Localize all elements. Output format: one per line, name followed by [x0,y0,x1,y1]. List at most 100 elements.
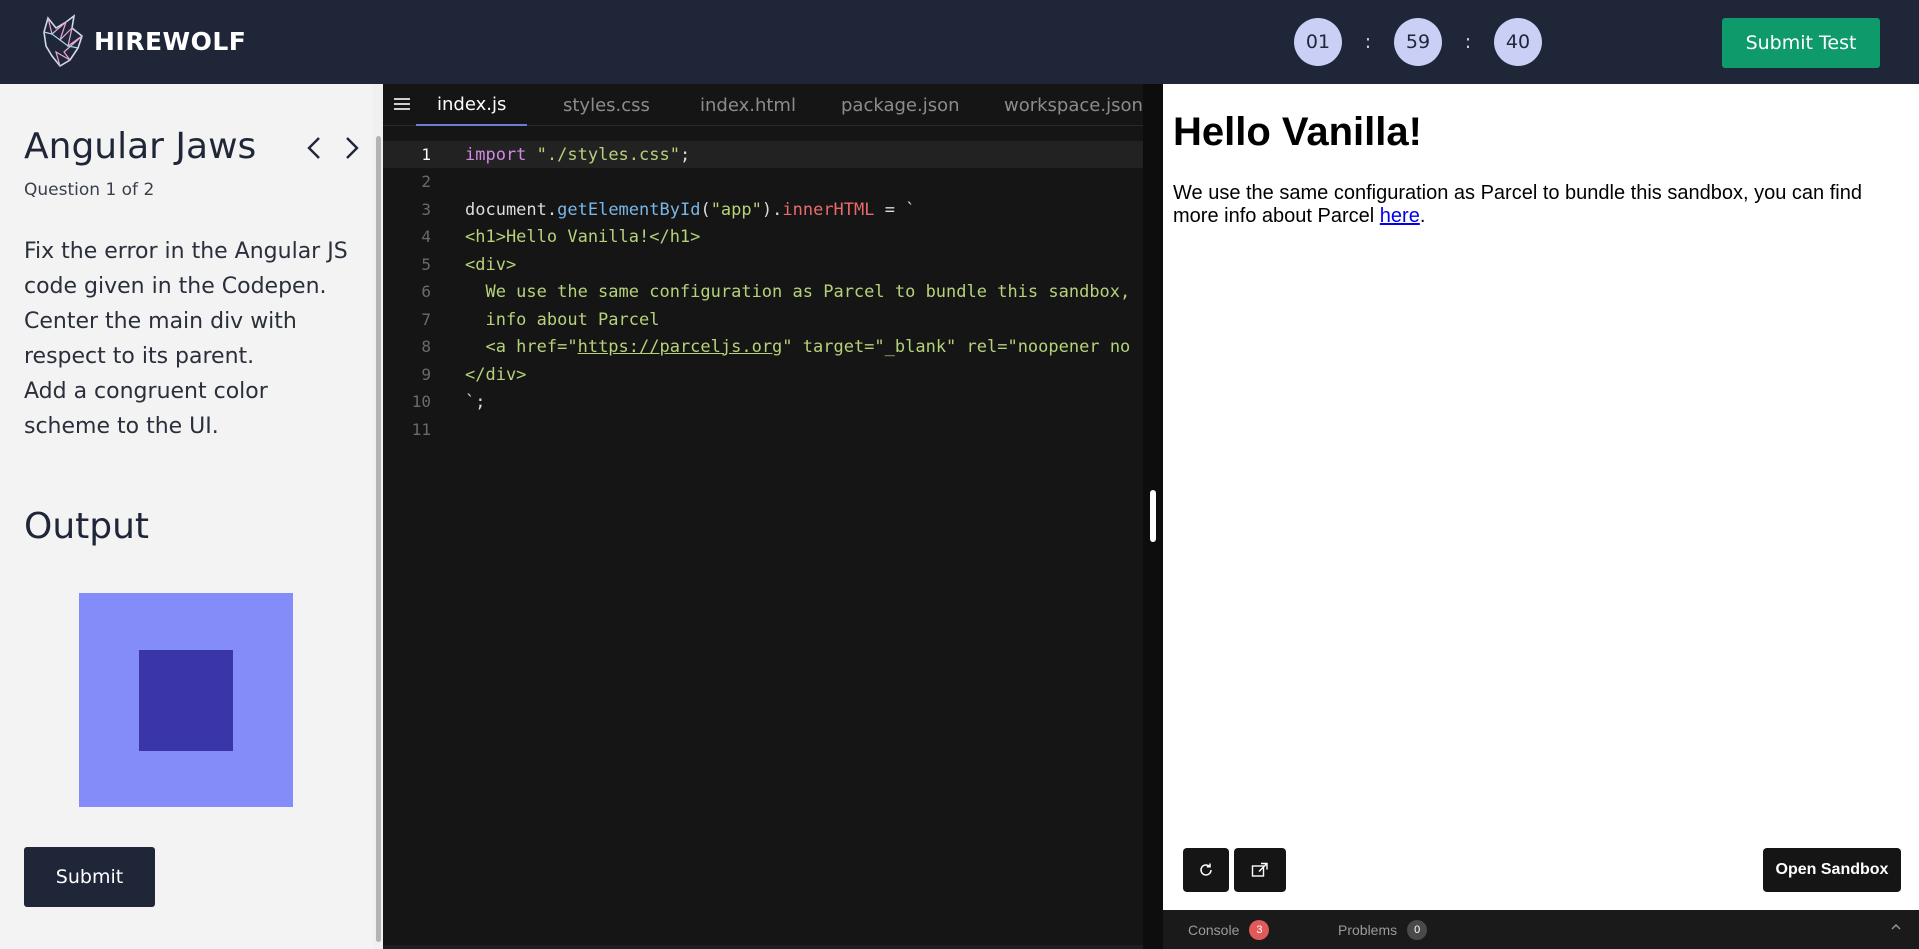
code-link[interactable]: https://parceljs.org [578,337,783,357]
submit-test-button[interactable]: Submit Test [1722,18,1880,68]
tab-package-json[interactable]: package.json [841,84,960,126]
tab-styles-css[interactable]: styles.css [563,84,650,126]
code-token: ) [761,199,773,220]
code-token: getElementById [557,199,701,220]
code-token: <a href=" [465,336,578,357]
console-count-badge: 3 [1249,920,1270,940]
code-token: `; [465,391,486,412]
code-token: </div> [465,364,527,385]
tab-workspace-json[interactable]: workspace.json [1004,84,1143,126]
code-token: We use the same configuration as Parcel … [465,281,1131,302]
tab-index-html[interactable]: index.html [700,84,796,126]
line-number: 8 [421,337,431,356]
code-token: document [465,199,547,220]
menu-icon[interactable] [394,98,410,110]
preview-heading: Hello Vanilla! [1173,110,1422,154]
wolf-logo-icon [43,14,83,68]
output-preview-outer-box [79,593,293,807]
question-counter: Question 1 of 2 [24,180,155,200]
editor-tabs: index.js styles.css index.html package.j… [383,84,1143,126]
editor-horizontal-scrollbar[interactable] [383,945,1143,949]
problems-count-badge: 0 [1407,920,1428,940]
chevron-up-icon[interactable] [1891,922,1901,932]
problems-tab[interactable]: Problems 0 [1338,920,1428,940]
timer-separator: : [1364,31,1372,53]
line-number: 2 [421,172,431,191]
code-token: info about Parcel [465,309,660,330]
question-panel-scrollbar[interactable] [373,84,383,949]
console-label: Console [1188,922,1240,938]
code-line: 9 </div> [383,361,1143,388]
external-link-icon [1251,862,1268,877]
code-token: " target="_blank" rel="noopener no [782,336,1131,357]
description-line: Add a congruent color scheme to the UI. [24,379,268,439]
question-description: Fix the error in the Angular JS code giv… [24,234,354,444]
preview-link[interactable]: here [1380,205,1420,227]
scrollbar-thumb[interactable] [376,136,381,942]
previous-question-icon[interactable] [304,132,324,164]
line-number: 10 [411,392,431,411]
timer-seconds: 40 [1494,18,1542,66]
code-line: 4 <h1>Hello Vanilla!</h1> [383,223,1143,250]
code-line: 3 document.getElementById("app").innerHT… [383,196,1143,223]
preview-pane: Hello Vanilla! We use the same configura… [1163,84,1919,910]
console-tab[interactable]: Console 3 [1188,920,1270,940]
code-line: 1 import "./styles.css"; [383,141,1143,168]
timer-separator: : [1464,31,1472,53]
line-number: 11 [411,420,431,439]
refresh-button[interactable] [1183,848,1229,892]
preview-paragraph: We use the same configuration as Parcel … [1173,182,1893,228]
code-line: 10 `; [383,388,1143,415]
brand-logo[interactable]: HIREWOLF [38,12,246,70]
line-number: 7 [421,310,431,329]
code-line: 5 <div> [383,251,1143,278]
code-line: 8 <a href="https://parceljs.org" target=… [383,333,1143,360]
code-area[interactable]: 1 import "./styles.css"; 2 3 document.ge… [383,127,1143,907]
code-token: innerHTML [782,199,875,220]
countdown-timer: 01 : 59 : 40 [1294,18,1542,66]
code-token: "app" [710,199,762,220]
line-number: 4 [421,227,431,246]
question-title: Angular Jaws [24,126,257,167]
refresh-icon [1200,863,1212,876]
brand-name: HIREWOLF [94,26,247,56]
console-bar: Console 3 Problems 0 [1163,910,1919,949]
code-token: ( [700,199,711,220]
line-number: 1 [421,145,431,164]
output-preview-inner-box [139,650,233,751]
tab-index-js[interactable]: index.js [416,84,528,126]
code-token: = ` [874,199,916,220]
description-line: Center the main div with respect to its … [24,309,297,369]
resize-handle[interactable] [1150,490,1156,542]
code-line: 7 info about Parcel [383,306,1143,333]
submit-button[interactable]: Submit [24,847,155,907]
preview-text-end: . [1419,205,1426,227]
code-token: <div> [465,254,517,275]
line-number: 3 [421,200,431,219]
timer-hours: 01 [1294,18,1342,66]
next-question-icon[interactable] [342,132,362,164]
problems-label: Problems [1338,922,1398,938]
question-navigation [304,132,362,164]
open-sandbox-button[interactable]: Open Sandbox [1763,848,1901,892]
pane-divider[interactable] [1143,84,1163,949]
code-token: <h1>Hello Vanilla!</h1> [465,226,701,247]
top-bar: HIREWOLF 01 : 59 : 40 Submit Test [0,0,1919,84]
code-token: ; [679,144,691,165]
code-editor: index.js styles.css index.html package.j… [383,84,1143,949]
code-line: 2 [383,168,1143,195]
line-number: 5 [421,255,431,274]
code-line: 6 We use the same configuration as Parce… [383,278,1143,305]
timer-minutes: 59 [1394,18,1442,66]
line-number: 6 [421,282,431,301]
open-new-window-button[interactable] [1234,848,1286,892]
code-token: . [546,199,558,220]
code-token: "./styles.css" [536,144,680,165]
code-line: 11 [383,416,1143,443]
preview-text: We use the same configuration as Parcel … [1173,182,1862,227]
code-token: import [465,144,527,165]
line-number: 9 [421,365,431,384]
description-line: Fix the error in the Angular JS code giv… [24,239,348,299]
code-token: . [772,199,783,220]
output-heading: Output [24,506,150,547]
